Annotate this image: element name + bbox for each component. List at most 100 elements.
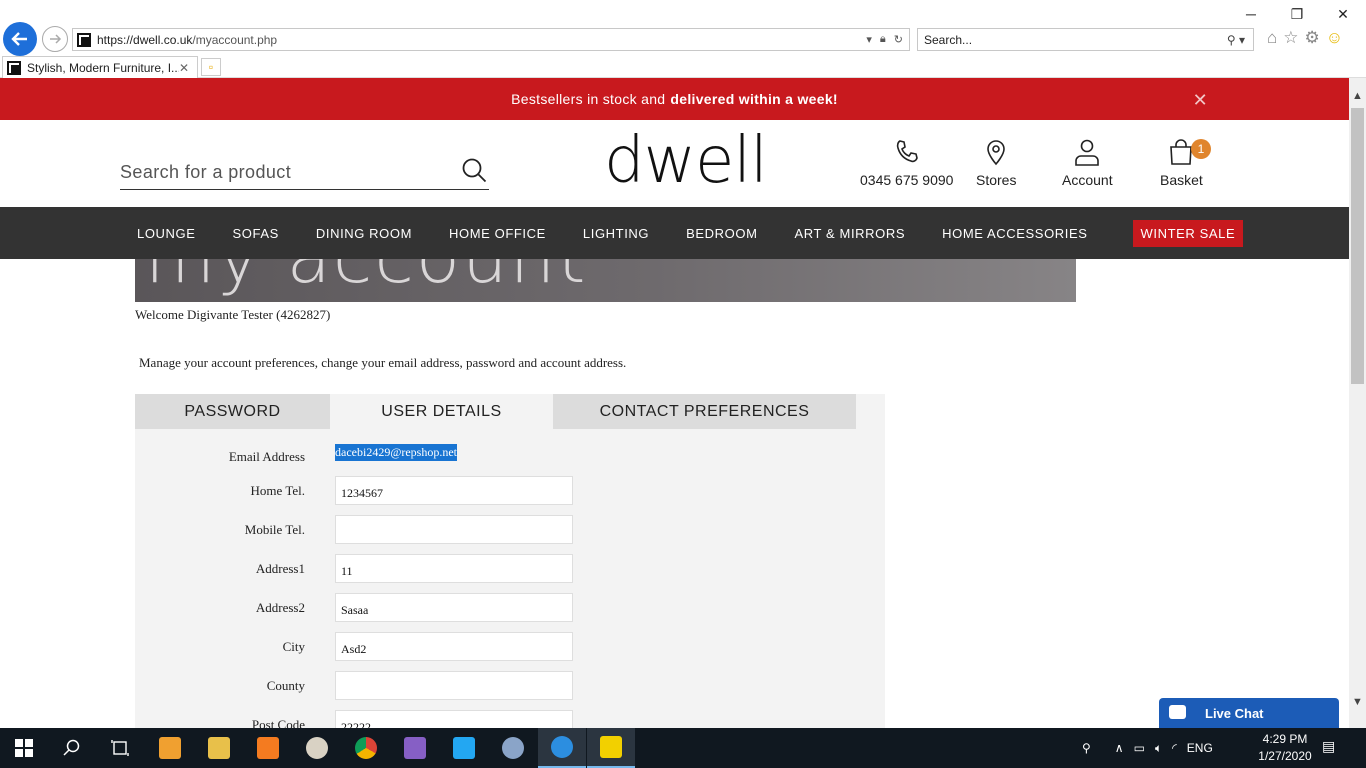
nav-item-home-accessories[interactable]: HOME ACCESSORIES xyxy=(942,226,1087,241)
clock-time: 4:29 PM xyxy=(1262,732,1308,746)
gear-icon xyxy=(502,737,524,759)
nav-item-home-office[interactable]: HOME OFFICE xyxy=(449,226,546,241)
gear-icon[interactable]: ⚙ xyxy=(1305,28,1320,48)
basket-count-badge: 1 xyxy=(1191,139,1211,159)
my-account-banner: my account xyxy=(135,259,1076,302)
dwell-logo[interactable]: dwell xyxy=(604,124,768,198)
nav-item-lounge[interactable]: LOUNGE xyxy=(137,226,196,241)
language-indicator[interactable]: ENG xyxy=(1187,741,1213,755)
address-bar[interactable]: https://dwell.co.uk/myaccount.php ▾ 🔒︎ ↻ xyxy=(72,28,910,51)
live-chat-button[interactable]: Live Chat xyxy=(1159,698,1339,728)
close-tab-icon[interactable]: ✕ xyxy=(179,61,197,75)
wifi-icon[interactable]: ◜ xyxy=(1172,741,1177,755)
stores-link[interactable]: Stores xyxy=(976,138,1016,188)
product-search-input[interactable]: Search for a product xyxy=(120,150,489,190)
site-favicon-icon xyxy=(77,32,91,47)
arrow-right-icon xyxy=(50,34,62,44)
account-panel: PASSWORD USER DETAILS CONTACT PREFERENCE… xyxy=(135,394,885,728)
taskbar-search-button[interactable] xyxy=(48,728,96,768)
email-value[interactable]: dacebi2429@repshop.net xyxy=(335,444,458,461)
nav-item-winter-sale[interactable]: WINTER SALE xyxy=(1132,219,1244,247)
search-icon[interactable] xyxy=(461,157,487,183)
browser-toolbar: ─ ❐ ✕ https://dwell.co.uk/myaccount.php … xyxy=(0,0,1366,56)
nav-item-sofas[interactable]: SOFAS xyxy=(233,226,279,241)
nav-item-lighting[interactable]: LIGHTING xyxy=(583,226,649,241)
nav-item-art-mirrors[interactable]: ART & MIRRORS xyxy=(795,226,906,241)
county-input[interactable] xyxy=(335,671,573,700)
scroll-up-icon[interactable]: ▲ xyxy=(1349,90,1366,107)
page-scrollbar[interactable]: ▲ ▼ xyxy=(1349,78,1366,728)
lock-icon[interactable]: 🔒︎ xyxy=(880,33,886,46)
browser-tab-active[interactable]: Stylish, Modern Furniture, I... ✕ xyxy=(2,56,198,78)
restore-button[interactable]: ❐ xyxy=(1274,4,1320,24)
clock-date: 1/27/2020 xyxy=(1258,749,1312,763)
refresh-icon[interactable]: ↻ xyxy=(894,33,903,46)
system-clock[interactable]: 4:29 PM 1/27/2020 xyxy=(1254,731,1316,765)
window-controls: ─ ❐ ✕ xyxy=(1228,4,1366,24)
tab-user-details[interactable]: USER DETAILS xyxy=(335,394,548,429)
tab-title: Stylish, Modern Furniture, I... xyxy=(27,60,179,75)
close-promo-icon[interactable]: ✕ xyxy=(1193,90,1208,111)
feedback-smiley-icon[interactable]: ☺ xyxy=(1326,28,1343,48)
minimize-button[interactable]: ─ xyxy=(1228,4,1274,24)
taskbar-app-xampp[interactable] xyxy=(244,728,292,768)
scroll-thumb[interactable] xyxy=(1351,108,1364,384)
tab-contact-preferences[interactable]: CONTACT PREFERENCES xyxy=(553,394,856,429)
nav-item-bedroom[interactable]: BEDROOM xyxy=(686,226,757,241)
phone-link[interactable]: 0345 675 9090 xyxy=(860,138,953,188)
new-tab-button[interactable]: ▫ xyxy=(201,58,221,76)
home-icon[interactable]: ⌂ xyxy=(1267,28,1277,48)
chevron-up-icon[interactable]: ∧ xyxy=(1115,741,1124,755)
taskbar-app-1[interactable] xyxy=(146,728,194,768)
mobile-tel-input[interactable] xyxy=(335,515,573,544)
product-search-placeholder: Search for a product xyxy=(120,162,292,182)
vscode-button[interactable] xyxy=(440,728,488,768)
postcode-row: Post Code 22222 xyxy=(135,710,885,728)
url-path: /myaccount.php xyxy=(192,32,278,47)
url-host: https://dwell.co.uk xyxy=(97,32,193,47)
search-icon[interactable]: ⚲ ▾ xyxy=(1227,33,1245,47)
home-tel-label: Home Tel. xyxy=(250,483,305,498)
taskbar-app-paint[interactable] xyxy=(293,728,341,768)
search-icon xyxy=(63,739,80,756)
address2-row: Address2 Sasaa xyxy=(135,593,885,623)
dropdown-icon[interactable]: ▾ xyxy=(866,33,872,46)
home-tel-input[interactable]: 1234567 xyxy=(335,476,573,505)
email-row: Email Address dacebi2429@repshop.net xyxy=(135,442,885,472)
address1-input[interactable]: 11 xyxy=(335,554,573,583)
people-icon[interactable]: ⚲ xyxy=(1082,741,1091,755)
promo-banner[interactable]: Bestsellers in stock and delivered withi… xyxy=(0,78,1349,120)
scroll-down-icon[interactable]: ▼ xyxy=(1349,696,1366,713)
file-explorer-button[interactable] xyxy=(195,728,243,768)
start-button[interactable] xyxy=(0,728,48,768)
main-navigation: LOUNGE SOFAS DINING ROOM HOME OFFICE LIG… xyxy=(0,207,1349,259)
city-input[interactable]: Asd2 xyxy=(335,632,573,661)
settings-button[interactable] xyxy=(489,728,537,768)
favorites-star-icon[interactable]: ☆ xyxy=(1283,28,1298,48)
action-center-button[interactable]: ▤ xyxy=(1322,738,1344,758)
browser-search-field[interactable]: Search... ⚲ ▾ xyxy=(917,28,1254,51)
close-window-button[interactable]: ✕ xyxy=(1320,4,1366,24)
back-button[interactable] xyxy=(3,22,37,56)
task-view-button[interactable] xyxy=(96,728,144,768)
nav-item-dining-room[interactable]: DINING ROOM xyxy=(316,226,412,241)
visual-studio-button[interactable] xyxy=(391,728,439,768)
account-link[interactable]: Account xyxy=(1062,138,1113,188)
visual-studio-icon xyxy=(404,737,426,759)
promo-text-bold: delivered within a week! xyxy=(670,91,838,107)
volume-icon[interactable]: 🔈︎ xyxy=(1155,741,1162,756)
folder-icon xyxy=(208,737,230,759)
forward-button[interactable] xyxy=(42,26,68,52)
address2-input[interactable]: Sasaa xyxy=(335,593,573,622)
taskbar-app-yellow[interactable] xyxy=(587,728,635,768)
app-yellow-icon xyxy=(600,736,622,758)
internet-explorer-button[interactable] xyxy=(538,728,586,768)
address1-label: Address1 xyxy=(255,561,305,576)
postcode-input[interactable]: 22222 xyxy=(335,710,573,728)
county-label: County xyxy=(266,678,305,693)
browser-search-placeholder: Search... xyxy=(924,32,973,47)
chrome-button[interactable] xyxy=(342,728,390,768)
battery-icon[interactable]: ▭ xyxy=(1134,741,1145,755)
tab-password[interactable]: PASSWORD xyxy=(135,394,330,429)
phone-icon xyxy=(896,140,918,163)
